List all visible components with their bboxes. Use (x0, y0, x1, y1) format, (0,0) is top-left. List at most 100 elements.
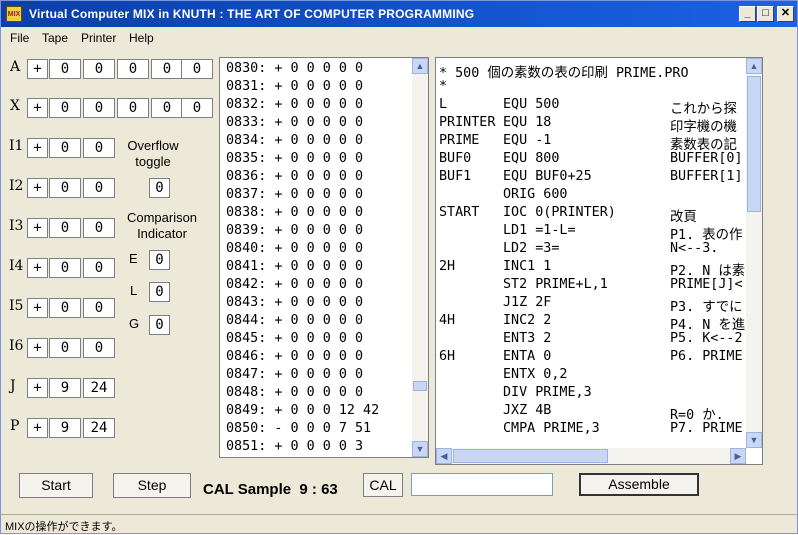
memory-cell-row[interactable]: 0831: + 0 0 0 0 0 (226, 79, 363, 94)
comparison-g-value[interactable]: 0 (149, 315, 170, 335)
register-i2-byte[interactable]: 0 (83, 178, 115, 198)
memory-cell-row[interactable]: 0848: + 0 0 0 0 0 (226, 385, 363, 400)
register-x-label: X (10, 98, 20, 114)
memory-list[interactable]: 0830: + 0 0 0 0 0 0831: + 0 0 0 0 0 0832: … (219, 57, 429, 458)
overflow-label: Overflow (127, 138, 179, 153)
register-i5-byte[interactable]: 0 (83, 298, 115, 318)
register-a-byte[interactable]: 0 (49, 59, 81, 79)
register-j-label: J (10, 378, 16, 394)
source-operation: IOC 0(PRINTER) (503, 205, 616, 220)
register-i5-sign[interactable]: + (27, 298, 48, 318)
memory-cell-row[interactable]: 0839: + 0 0 0 0 0 (226, 223, 363, 238)
register-i6-byte[interactable]: 0 (49, 338, 81, 358)
source-hscroll-thumb[interactable] (453, 449, 608, 463)
memory-cell-row[interactable]: 0844: + 0 0 0 0 0 (226, 313, 363, 328)
register-x-byte[interactable]: 0 (181, 98, 213, 118)
source-label: 4H (439, 313, 456, 328)
register-p-sign[interactable]: + (27, 418, 48, 438)
register-i4-byte[interactable]: 0 (49, 258, 81, 278)
source-scroll-thumb[interactable] (747, 76, 761, 212)
memory-cell-row[interactable]: 0840: + 0 0 0 0 0 (226, 241, 363, 256)
memory-cell-row[interactable]: 0843: + 0 0 0 0 0 (226, 295, 363, 310)
memory-cell-row[interactable]: 0851: + 0 0 0 0 3 (226, 439, 363, 454)
menu-printer[interactable]: Printer (81, 31, 116, 45)
register-i3-byte[interactable]: 0 (49, 218, 81, 238)
cal-button[interactable]: CAL (363, 473, 403, 497)
menu-help[interactable]: Help (129, 31, 154, 45)
source-vscrollbar[interactable]: ▲ ▼ (746, 58, 762, 448)
source-comment: これから探 (670, 102, 737, 117)
memory-cell-row[interactable]: 0849: + 0 0 0 12 42 (226, 403, 379, 418)
scroll-up-icon[interactable]: ▲ (412, 58, 428, 74)
source-operation: ORIG 600 (503, 187, 568, 202)
register-x-byte[interactable]: 0 (151, 98, 183, 118)
memory-cell-row[interactable]: 0850: - 0 0 0 7 51 (226, 421, 371, 436)
comparison-e-value[interactable]: 0 (149, 250, 170, 270)
memory-cell-row[interactable]: 0838: + 0 0 0 0 0 (226, 205, 363, 220)
memory-scroll-thumb[interactable] (413, 381, 427, 391)
memory-cell-row[interactable]: 0836: + 0 0 0 0 0 (226, 169, 363, 184)
memory-cell-row[interactable]: 0834: + 0 0 0 0 0 (226, 133, 363, 148)
memory-cell-row[interactable]: 0832: + 0 0 0 0 0 (226, 97, 363, 112)
source-label: BUF1 (439, 169, 472, 184)
memory-cell-row[interactable]: 0842: + 0 0 0 0 0 (226, 277, 363, 292)
step-button[interactable]: Step (113, 473, 191, 498)
source-label: 6H (439, 349, 456, 364)
register-i1-byte[interactable]: 0 (83, 138, 115, 158)
register-i3-sign[interactable]: + (27, 218, 48, 238)
register-i6-byte[interactable]: 0 (83, 338, 115, 358)
register-i5-label: I5 (9, 298, 24, 314)
register-i4-sign[interactable]: + (27, 258, 48, 278)
overflow-toggle-value[interactable]: 0 (149, 178, 170, 198)
register-i2-byte[interactable]: 0 (49, 178, 81, 198)
register-i2-sign[interactable]: + (27, 178, 48, 198)
memory-cell-row[interactable]: 0847: + 0 0 0 0 0 (226, 367, 363, 382)
memory-cell-row[interactable]: 0845: + 0 0 0 0 0 (226, 331, 363, 346)
comparison-l-value[interactable]: 0 (149, 282, 170, 302)
scroll-up-icon[interactable]: ▲ (746, 58, 762, 74)
register-x-sign[interactable]: + (27, 98, 48, 118)
comparison-label-line2: Indicator (137, 226, 187, 241)
menu-tape[interactable]: Tape (42, 31, 68, 45)
register-a-byte[interactable]: 0 (117, 59, 149, 79)
memory-cell-row[interactable]: 0841: + 0 0 0 0 0 (226, 259, 363, 274)
minimize-button[interactable]: _ (739, 6, 756, 22)
source-hscrollbar[interactable]: ◀ ▶ (436, 448, 746, 464)
scroll-down-icon[interactable]: ▼ (412, 441, 428, 457)
register-i5-byte[interactable]: 0 (49, 298, 81, 318)
memory-cell-row[interactable]: 0833: + 0 0 0 0 0 (226, 115, 363, 130)
assemble-button[interactable]: Assemble (579, 473, 699, 496)
register-a-byte[interactable]: 0 (83, 59, 115, 79)
register-a-sign[interactable]: + (27, 59, 48, 79)
register-x-byte[interactable]: 0 (117, 98, 149, 118)
register-a-byte[interactable]: 0 (181, 59, 213, 79)
cal-input[interactable] (411, 473, 553, 496)
register-i1-sign[interactable]: + (27, 138, 48, 158)
menu-file[interactable]: File (10, 31, 29, 45)
register-i6-sign[interactable]: + (27, 338, 48, 358)
source-editor[interactable]: * 500 個の素数の表の印刷 PRIME.PRO * L EQU 500 これから探 P… (435, 57, 763, 465)
memory-cell-row[interactable]: 0837: + 0 0 0 0 0 (226, 187, 363, 202)
register-x-byte[interactable]: 0 (49, 98, 81, 118)
register-j-sign[interactable]: + (27, 378, 48, 398)
register-i1-byte[interactable]: 0 (49, 138, 81, 158)
close-button[interactable]: ✕ (777, 6, 794, 22)
register-i4-byte[interactable]: 0 (83, 258, 115, 278)
register-p-byte[interactable]: 24 (83, 418, 115, 438)
register-j-byte[interactable]: 9 (49, 378, 81, 398)
memory-cell-row[interactable]: 0846: + 0 0 0 0 0 (226, 349, 363, 364)
start-button[interactable]: Start (19, 473, 93, 498)
memory-scrollbar[interactable]: ▲ ▼ (412, 58, 428, 457)
register-i3-byte[interactable]: 0 (83, 218, 115, 238)
memory-cell-row[interactable]: 0835: + 0 0 0 0 0 (226, 151, 363, 166)
scroll-down-icon[interactable]: ▼ (746, 432, 762, 448)
scroll-right-icon[interactable]: ▶ (730, 448, 746, 464)
register-j-byte[interactable]: 24 (83, 378, 115, 398)
register-p-byte[interactable]: 9 (49, 418, 81, 438)
memory-cell-row[interactable]: 0830: + 0 0 0 0 0 (226, 61, 363, 76)
scroll-left-icon[interactable]: ◀ (436, 448, 452, 464)
register-x-byte[interactable]: 0 (83, 98, 115, 118)
register-a-byte[interactable]: 0 (151, 59, 183, 79)
maximize-button[interactable]: □ (757, 6, 774, 22)
source-label: 2H (439, 259, 456, 274)
